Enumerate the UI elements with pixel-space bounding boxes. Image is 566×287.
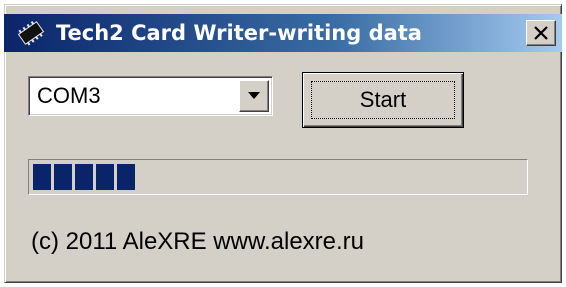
- window-title: Tech2 Card Writer-writing data: [56, 21, 422, 45]
- progress-block: [75, 164, 93, 190]
- start-button-label: Start: [359, 87, 407, 112]
- close-icon: [534, 26, 548, 40]
- progress-block: [33, 164, 51, 190]
- dropdown-button[interactable]: [239, 80, 269, 112]
- start-button[interactable]: Start: [302, 72, 464, 128]
- close-button[interactable]: [526, 20, 556, 46]
- progress-bar: [28, 159, 528, 195]
- port-select[interactable]: COM3: [28, 76, 273, 116]
- progress-fill: [33, 164, 135, 190]
- title-bar[interactable]: Tech2 Card Writer-writing data: [4, 14, 562, 52]
- copyright-text: (c) 2011 AleXRE www.alexre.ru: [31, 228, 365, 255]
- port-select-value: COM3: [37, 83, 101, 108]
- chip-icon: [16, 19, 46, 47]
- progress-block: [117, 164, 135, 190]
- progress-block: [96, 164, 114, 190]
- progress-block: [54, 164, 72, 190]
- dropdown-arrow-icon: [248, 92, 260, 99]
